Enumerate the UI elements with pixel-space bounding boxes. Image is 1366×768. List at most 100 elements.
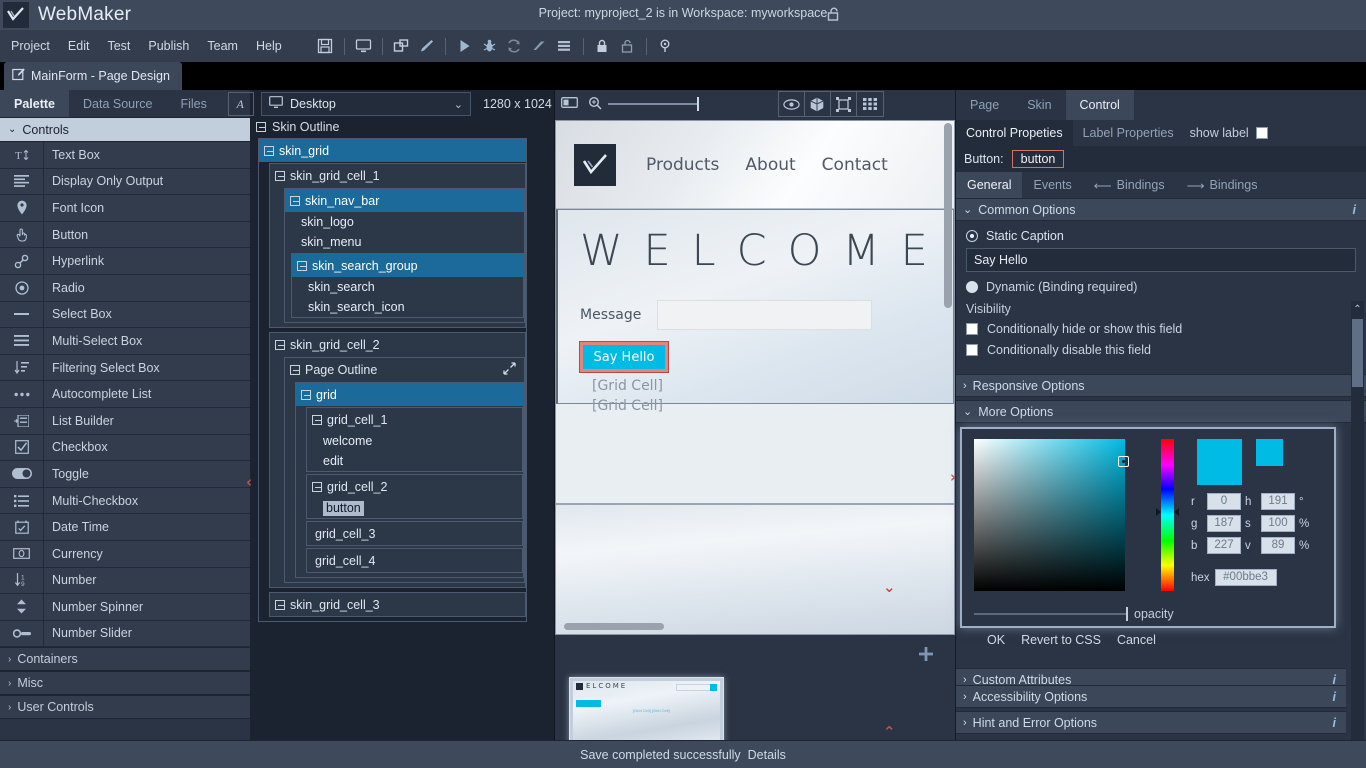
palette-item-number[interactable]: 19 Number <box>0 567 250 595</box>
tree-node-header[interactable]: skin_grid <box>259 139 526 162</box>
hue-slider-handle[interactable] <box>1156 508 1179 516</box>
collapse-box-icon[interactable] <box>275 339 285 350</box>
tree-node-header[interactable]: grid_cell_4 <box>307 549 522 572</box>
collapse-box-icon[interactable] <box>290 364 300 375</box>
tree-node-header[interactable]: skin_search_group <box>292 254 523 277</box>
magnifier-icon[interactable] <box>588 96 602 113</box>
run-icon[interactable] <box>452 34 477 59</box>
palette-item-number-slider[interactable]: Number Slider <box>0 620 250 648</box>
page-preview[interactable]: Products About Contact WELCOME Message S… <box>555 120 955 635</box>
collapse-box-icon[interactable] <box>297 260 307 271</box>
tree-node-header[interactable]: Page Outline <box>285 358 524 381</box>
tree-node-skin-grid[interactable]: skin_grid skin_grid_cell_1 skin_nav_bar … <box>258 138 527 622</box>
static-caption-row[interactable]: Static Caption <box>966 229 1356 243</box>
zoom-slider[interactable] <box>607 97 699 111</box>
tree-node-grid-cell-2[interactable]: grid_cell_2 button <box>306 474 523 519</box>
dynamic-caption-radio[interactable] <box>966 281 978 293</box>
saturation-value-area[interactable] <box>974 439 1129 591</box>
tree-leaf-button-selected[interactable]: button <box>307 498 522 518</box>
tree-node-grid-cell-3[interactable]: grid_cell_3 <box>306 521 523 546</box>
palette-item-checkbox[interactable]: Checkbox <box>0 434 250 462</box>
palette-item-multi-select-box[interactable]: Multi-Select Box <box>0 328 250 355</box>
info-icon[interactable]: i <box>1333 690 1336 704</box>
collapse-box-icon[interactable] <box>301 389 311 400</box>
say-hello-button[interactable]: Say Hello <box>579 341 669 373</box>
grid-icon[interactable] <box>857 92 883 116</box>
s-input[interactable]: 100 <box>1261 515 1295 532</box>
dynamic-caption-row[interactable]: Dynamic (Binding required) <box>966 280 1356 294</box>
tab-control[interactable]: Control <box>1065 90 1134 120</box>
eye-icon[interactable] <box>779 92 805 116</box>
tree-node-header[interactable]: grid_cell_3 <box>307 522 522 545</box>
scroll-up-arrow-icon[interactable]: ⌃ <box>1351 301 1364 317</box>
tree-node-header[interactable]: skin_nav_bar <box>285 189 524 212</box>
tree-node-skin-grid-cell-3[interactable]: skin_grid_cell_3 <box>269 592 526 617</box>
layers-icon[interactable] <box>552 34 577 59</box>
menu-project[interactable]: Project <box>2 30 59 62</box>
group-containers-header[interactable]: › Containers <box>0 647 250 672</box>
gtab-general[interactable]: General <box>956 172 1023 198</box>
palette-item-date-time[interactable]: Date Time <box>0 514 250 541</box>
subtab-label-properties[interactable]: Label Properties <box>1073 120 1184 146</box>
zoom-slider-knob[interactable] <box>696 97 699 111</box>
tab-palette[interactable]: Palette <box>0 90 69 117</box>
tree-node-page-outline[interactable]: Page Outline grid grid_cell_1 welcome ed… <box>284 357 525 583</box>
tree-node-skin-search-group[interactable]: skin_search_group skin_search skin_searc… <box>291 253 524 318</box>
menu-team[interactable]: Team <box>198 30 247 62</box>
tab-data-source[interactable]: Data Source <box>69 90 166 117</box>
ok-button[interactable]: OK <box>987 633 1005 647</box>
unlock-icon[interactable] <box>827 7 841 25</box>
tab-mainform-page-design[interactable]: MainForm - Page Design <box>4 62 182 90</box>
properties-scrollbar[interactable]: ⌃ ⌄ <box>1351 301 1364 768</box>
status-details-link[interactable]: Details <box>748 748 786 762</box>
palette-item-number-spinner[interactable]: Number Spinner <box>0 594 250 621</box>
add-page-icon[interactable] <box>919 645 933 667</box>
info-icon[interactable]: i <box>1353 203 1356 217</box>
paintbrush-icon[interactable] <box>414 34 439 59</box>
color-picker-popup[interactable]: r 0 h 191 ° g 187 s 100 % b 227 v 89 % h… <box>960 427 1336 647</box>
caption-input[interactable] <box>966 248 1356 272</box>
palette-item-font-icon[interactable]: Font Icon <box>0 195 250 222</box>
group-user-controls-header[interactable]: › User Controls <box>0 695 250 720</box>
group-misc-header[interactable]: › Misc <box>0 671 250 696</box>
lock-open-icon[interactable] <box>615 34 640 59</box>
tab-page[interactable]: Page <box>956 90 1013 120</box>
collapse-box-icon[interactable] <box>256 122 266 132</box>
preview-vertical-scrollbar[interactable] <box>944 123 952 308</box>
tree-node-header[interactable]: skin_grid_cell_3 <box>270 593 525 616</box>
section-responsive-options[interactable]: › Responsive Options <box>956 374 1366 397</box>
revert-to-css-button[interactable]: Revert to CSS <box>1021 633 1101 647</box>
tree-node-grid[interactable]: grid grid_cell_1 welcome edit grid_cell_… <box>295 382 524 578</box>
palette-item-button[interactable]: Button <box>0 221 250 249</box>
collapse-left-chevron-icon[interactable]: ‹ <box>246 473 252 491</box>
subtab-control-properties[interactable]: Control Propeties <box>956 120 1073 146</box>
collapse-box-icon[interactable] <box>275 170 285 181</box>
palette-item-hyperlink[interactable]: Hyperlink <box>0 248 250 275</box>
tree-leaf-skin-logo[interactable]: skin_logo <box>285 212 524 232</box>
font-icon[interactable]: A <box>228 92 254 116</box>
nav-link-contact[interactable]: Contact <box>822 155 888 175</box>
section-accessibility-options[interactable]: › Accessibility Options i <box>956 685 1346 708</box>
palette-item-text-box[interactable]: T Text Box <box>0 142 250 169</box>
r-input[interactable]: 0 <box>1207 493 1241 510</box>
landscape-icon[interactable] <box>560 96 578 112</box>
opacity-slider-knob[interactable] <box>1126 607 1128 621</box>
copy-pages-icon[interactable] <box>389 34 414 59</box>
select-frame-icon[interactable] <box>831 92 857 116</box>
collapse-box-icon[interactable] <box>290 195 300 206</box>
gtab-incoming-bindings[interactable]: ⟵ Bindings <box>1083 172 1176 198</box>
collapse-box-icon[interactable] <box>275 599 285 610</box>
palette-item-autocomplete-list[interactable]: Autocomplete List <box>0 381 250 408</box>
menu-test[interactable]: Test <box>98 30 139 62</box>
show-label-checkbox[interactable] <box>1255 127 1268 139</box>
palette-item-multi-checkbox[interactable]: Multi-Checkbox <box>0 487 250 515</box>
scrollbar-thumb[interactable] <box>1352 319 1363 387</box>
palette-item-filtering-select-box[interactable]: Filtering Select Box <box>0 354 250 382</box>
section-common-options[interactable]: ⌄ Common Options i <box>956 198 1366 221</box>
b-input[interactable]: 227 <box>1207 537 1241 554</box>
tree-node-header[interactable]: skin_grid_cell_2 <box>270 333 525 356</box>
eraser-icon[interactable] <box>527 34 552 59</box>
tree-node-header[interactable]: grid_cell_2 <box>307 475 522 498</box>
tree-node-header[interactable]: grid <box>296 383 523 406</box>
tab-files[interactable]: Files <box>166 90 220 117</box>
